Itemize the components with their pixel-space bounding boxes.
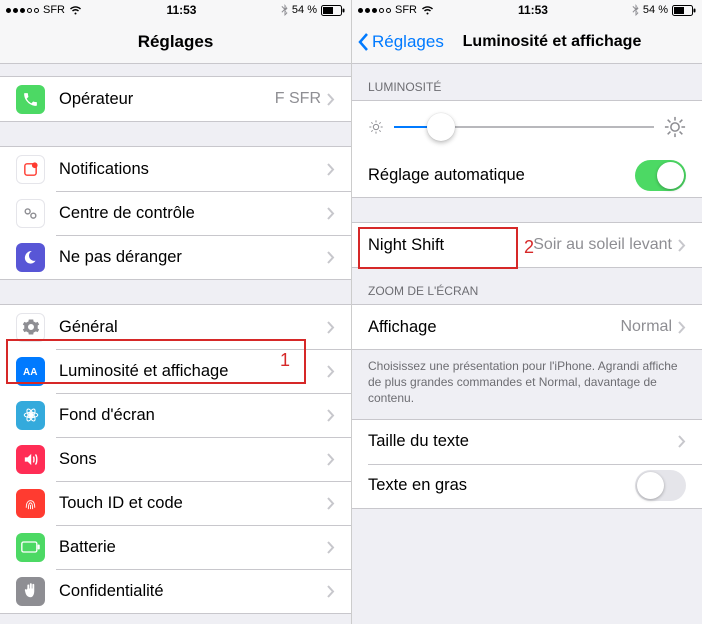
signal-dots-icon — [358, 8, 391, 13]
row-label: Batterie — [59, 538, 327, 557]
chevron-right-icon — [327, 93, 335, 106]
row-notifications[interactable]: Notifications — [0, 147, 351, 191]
auto-brightness-toggle[interactable] — [635, 160, 686, 191]
chevron-right-icon — [327, 497, 335, 510]
fingerprint-icon — [16, 489, 45, 518]
row-label: Opérateur — [59, 90, 275, 109]
wifi-icon — [69, 5, 82, 15]
bluetooth-icon — [281, 4, 288, 16]
bold-text-toggle[interactable] — [635, 470, 686, 501]
wifi-icon — [421, 5, 434, 15]
row-display-brightness[interactable]: AA Luminosité et affichage — [0, 349, 351, 393]
row-label: Centre de contrôle — [59, 204, 327, 223]
row-detail: F SFR — [275, 90, 321, 108]
battery-pct: 54 % — [292, 4, 317, 16]
row-label: Fond d'écran — [59, 406, 327, 425]
carrier-label: SFR — [43, 4, 65, 16]
control-center-icon — [16, 199, 45, 228]
row-privacy[interactable]: Confidentialité — [0, 569, 351, 613]
brightness-slider[interactable] — [394, 113, 654, 141]
notifications-icon — [16, 155, 45, 184]
row-carrier[interactable]: Opérateur F SFR — [0, 77, 351, 121]
row-wallpaper[interactable]: Fond d'écran — [0, 393, 351, 437]
row-label: Réglage automatique — [368, 166, 635, 185]
page-title: Réglages — [138, 32, 214, 52]
battery-icon — [672, 5, 696, 16]
back-button[interactable]: Réglages — [358, 32, 444, 52]
row-detail: Soir au soleil levant — [533, 236, 672, 254]
row-dnd[interactable]: Ne pas déranger — [0, 235, 351, 279]
chevron-right-icon — [327, 163, 335, 176]
signal-dots-icon — [6, 8, 39, 13]
chevron-right-icon — [327, 365, 335, 378]
back-label: Réglages — [372, 32, 444, 52]
wallpaper-icon — [16, 401, 45, 430]
row-label: Sons — [59, 450, 327, 469]
page-title: Luminosité et affichage — [463, 33, 642, 51]
clock: 11:53 — [518, 3, 548, 17]
battery-pct: 54 % — [643, 4, 668, 16]
row-label: Texte en gras — [368, 476, 635, 495]
display-icon: AA — [16, 357, 45, 386]
chevron-right-icon — [678, 321, 686, 334]
chevron-left-icon — [358, 32, 370, 52]
section-header-brightness: LUMINOSITÉ — [352, 64, 702, 100]
navbar: Réglages — [0, 20, 351, 64]
right-screen: SFR 11:53 54 % Réglages Luminos — [351, 0, 702, 624]
section-header-zoom: ZOOM DE L'ÉCRAN — [352, 268, 702, 304]
row-label: Confidentialité — [59, 582, 327, 601]
gear-icon — [16, 313, 45, 342]
row-label: Touch ID et code — [59, 494, 327, 513]
row-general[interactable]: Général — [0, 305, 351, 349]
row-label: Night Shift — [368, 236, 533, 255]
chevron-right-icon — [327, 321, 335, 334]
sun-large-icon — [664, 116, 686, 138]
chevron-right-icon — [327, 409, 335, 422]
row-text-size[interactable]: Taille du texte — [352, 420, 702, 464]
chevron-right-icon — [327, 585, 335, 598]
battery-settings-icon — [16, 533, 45, 562]
phone-icon — [16, 85, 45, 114]
chevron-right-icon — [678, 239, 686, 252]
bluetooth-icon — [632, 4, 639, 16]
row-sounds[interactable]: Sons — [0, 437, 351, 481]
carrier-label: SFR — [395, 4, 417, 16]
row-label: Général — [59, 318, 327, 337]
row-detail: Normal — [620, 318, 672, 336]
row-label: Notifications — [59, 160, 327, 179]
status-bar: SFR 11:53 54 % — [352, 0, 702, 20]
moon-icon — [16, 243, 45, 272]
clock: 11:53 — [166, 3, 196, 17]
row-control-center[interactable]: Centre de contrôle — [0, 191, 351, 235]
row-bold-text[interactable]: Texte en gras — [352, 464, 702, 508]
navbar: Réglages Luminosité et affichage — [352, 20, 702, 64]
row-display-mode[interactable]: Affichage Normal — [352, 305, 702, 349]
zoom-footer: Choisissez une présentation pour l'iPhon… — [352, 350, 702, 419]
sun-small-icon — [368, 119, 384, 135]
status-bar: SFR 11:53 54 % — [0, 0, 351, 20]
brightness-slider-row — [352, 101, 702, 153]
chevron-right-icon — [327, 251, 335, 264]
row-battery[interactable]: Batterie — [0, 525, 351, 569]
privacy-hand-icon — [16, 577, 45, 606]
chevron-right-icon — [327, 207, 335, 220]
left-screen: SFR 11:53 54 % Réglages — [0, 0, 351, 624]
chevron-right-icon — [327, 453, 335, 466]
chevron-right-icon — [678, 435, 686, 448]
speaker-icon — [16, 445, 45, 474]
annotation-number-2: 2 — [524, 237, 534, 258]
chevron-right-icon — [327, 541, 335, 554]
row-touchid[interactable]: Touch ID et code — [0, 481, 351, 525]
row-label: Affichage — [368, 318, 620, 337]
battery-icon — [321, 5, 345, 16]
row-label: Taille du texte — [368, 432, 678, 451]
annotation-number-1: 1 — [280, 350, 290, 371]
row-auto-brightness[interactable]: Réglage automatique — [352, 153, 702, 197]
svg-text:AA: AA — [23, 367, 37, 377]
row-label: Ne pas déranger — [59, 248, 327, 267]
